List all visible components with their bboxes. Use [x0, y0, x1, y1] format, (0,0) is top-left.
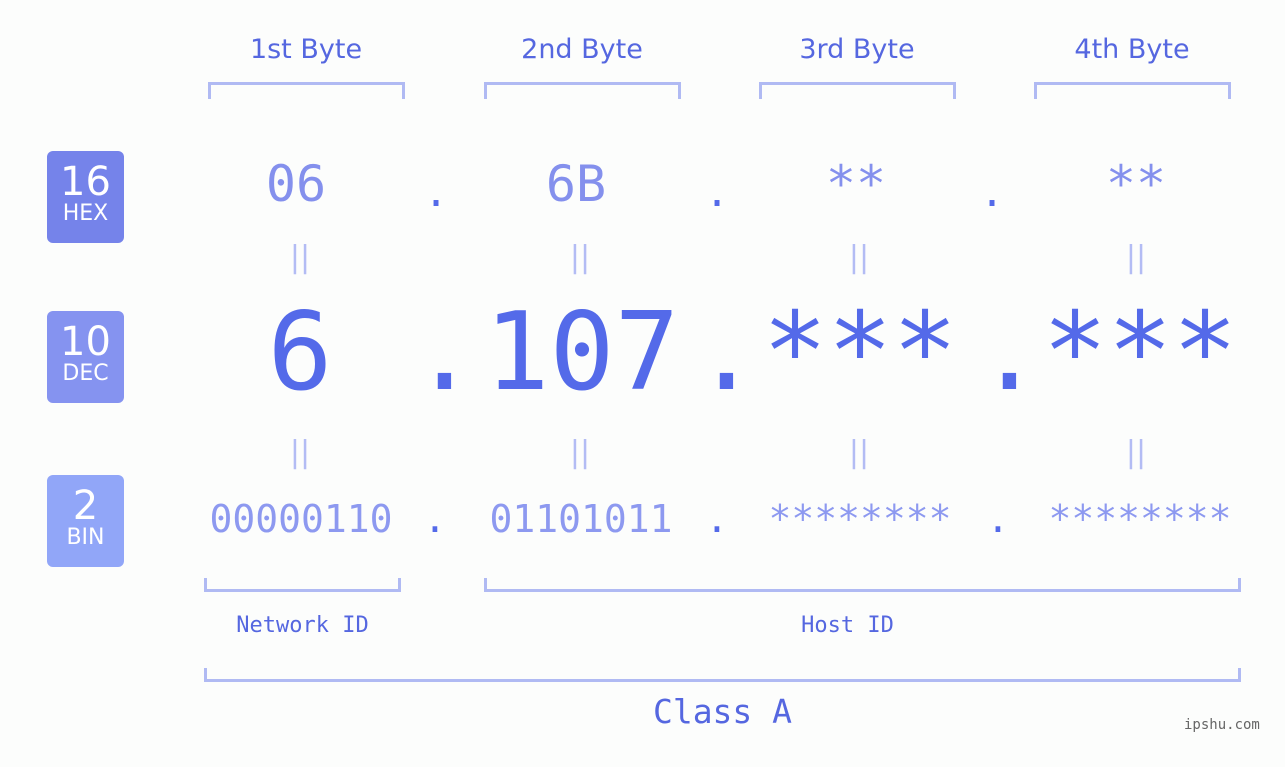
- bin-byte-1: 00000110: [209, 497, 393, 541]
- bin-separator-1: .: [423, 497, 447, 541]
- network-id-label: Network ID: [236, 613, 369, 638]
- dec-separator-1: .: [412, 290, 478, 415]
- equals-hex-dec-1: ||: [289, 240, 311, 275]
- dec-byte-2: 107: [484, 290, 680, 415]
- byte-bracket-1: [208, 82, 405, 99]
- bin-byte-2: 01101011: [489, 497, 673, 541]
- hex-byte-2: 6B: [545, 155, 607, 213]
- class-label: Class A: [652, 692, 793, 731]
- hex-badge-label: HEX: [62, 201, 109, 226]
- equals-hex-dec-3: ||: [848, 240, 870, 275]
- byte-header-1: 1st Byte: [249, 34, 363, 65]
- hex-separator-3: .: [979, 170, 1005, 216]
- byte-bracket-3: [759, 82, 956, 99]
- dec-byte-1: 6: [267, 290, 333, 415]
- dec-byte-4: ***: [1042, 290, 1238, 415]
- host-id-bracket: [484, 578, 1241, 592]
- hex-badge: 16 HEX: [47, 151, 124, 243]
- equals-dec-bin-2: ||: [569, 435, 591, 470]
- hex-separator-2: .: [704, 170, 730, 216]
- watermark: ipshu.com: [1184, 717, 1260, 733]
- byte-bracket-4: [1034, 82, 1231, 99]
- bin-badge-number: 2: [72, 483, 99, 529]
- hex-separator-1: .: [423, 170, 449, 216]
- hex-byte-1: 06: [265, 155, 327, 213]
- equals-dec-bin-4: ||: [1125, 435, 1147, 470]
- dec-badge-number: 10: [60, 319, 111, 365]
- host-id-label: Host ID: [801, 613, 894, 638]
- dec-byte-3: ***: [762, 290, 958, 415]
- bin-byte-3: ********: [768, 497, 952, 541]
- dec-separator-3: .: [977, 290, 1043, 415]
- byte-bracket-2: [484, 82, 681, 99]
- bin-separator-2: .: [705, 497, 729, 541]
- bin-badge: 2 BIN: [47, 475, 124, 567]
- bin-byte-4: ********: [1048, 497, 1232, 541]
- byte-header-2: 2nd Byte: [521, 34, 643, 65]
- hex-byte-4: **: [1105, 155, 1167, 213]
- hex-byte-3: **: [825, 155, 887, 213]
- dec-separator-2: .: [694, 290, 760, 415]
- bin-separator-3: .: [986, 497, 1010, 541]
- network-id-bracket: [204, 578, 401, 592]
- hex-badge-number: 16: [60, 159, 111, 205]
- class-bracket: [204, 668, 1241, 682]
- byte-header-3: 3rd Byte: [799, 34, 915, 65]
- equals-hex-dec-4: ||: [1125, 240, 1147, 275]
- equals-dec-bin-1: ||: [289, 435, 311, 470]
- dec-badge: 10 DEC: [47, 311, 124, 403]
- equals-dec-bin-3: ||: [848, 435, 870, 470]
- dec-badge-label: DEC: [62, 361, 109, 386]
- byte-header-4: 4th Byte: [1074, 34, 1190, 65]
- equals-hex-dec-2: ||: [569, 240, 591, 275]
- bin-badge-label: BIN: [66, 525, 105, 550]
